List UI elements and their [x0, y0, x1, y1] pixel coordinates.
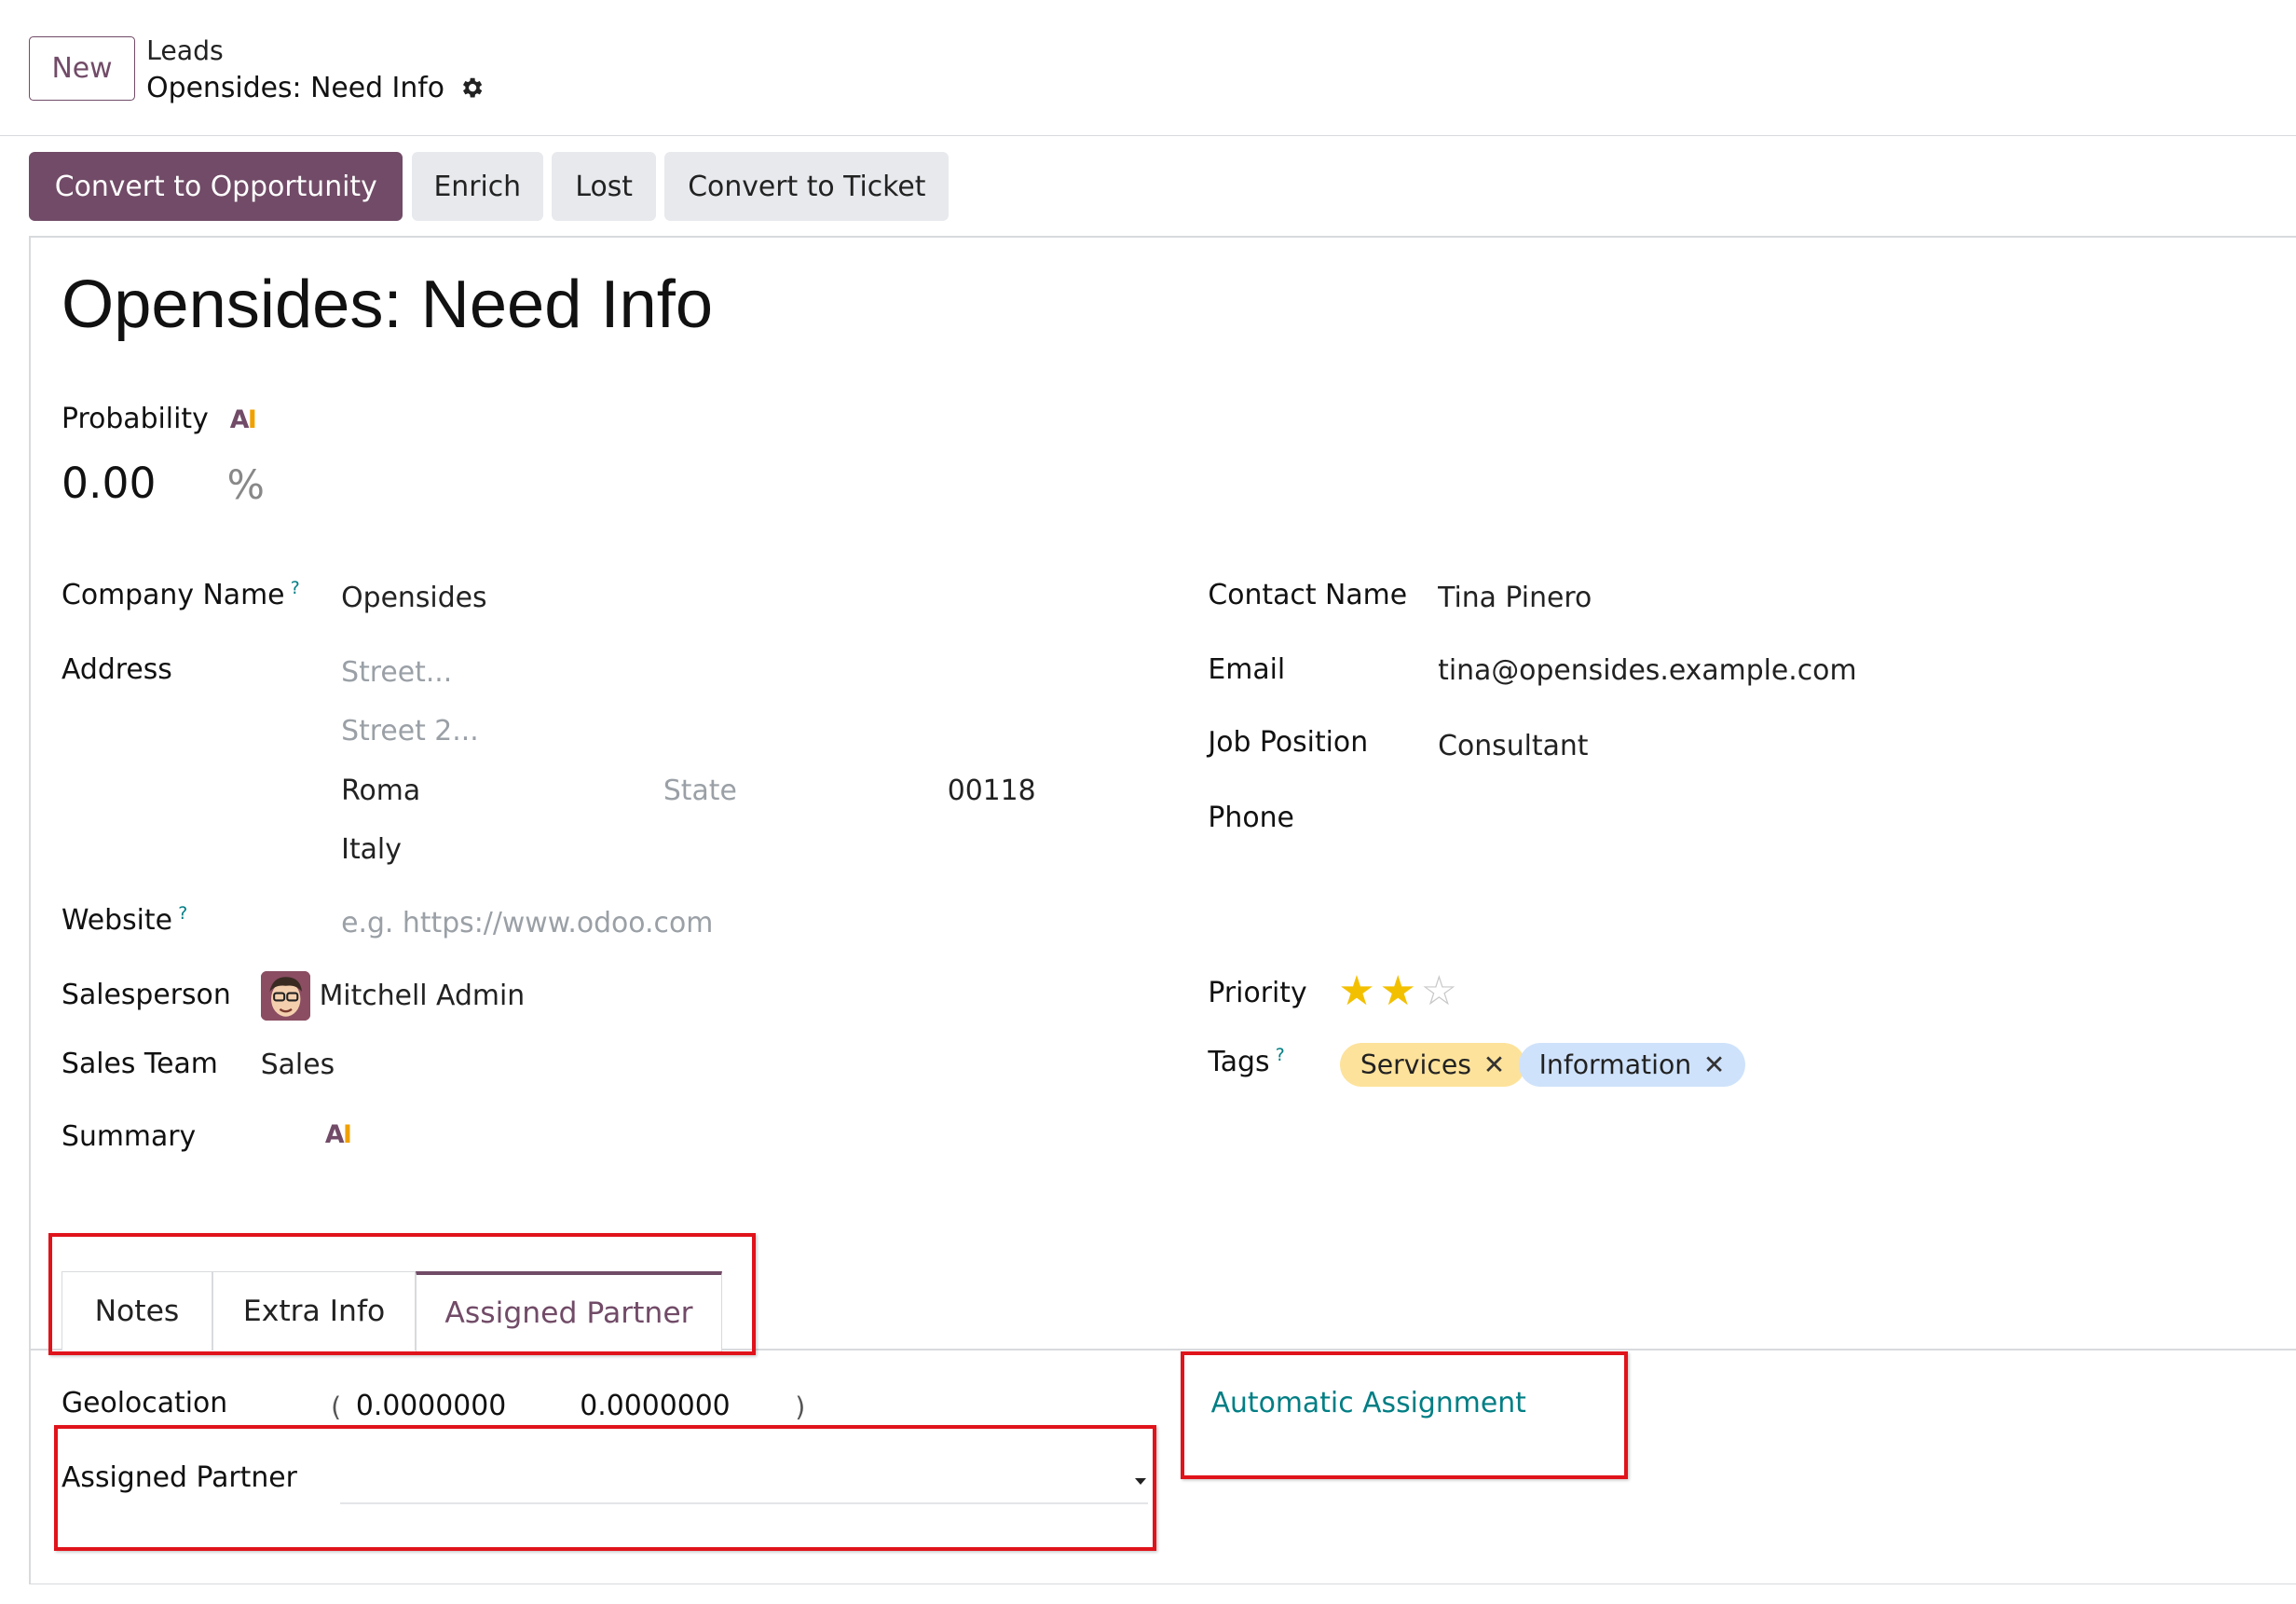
- zip-input[interactable]: 00118: [948, 775, 1036, 807]
- tags-help-icon[interactable]: ?: [1276, 1046, 1285, 1065]
- breadcrumb-current: Opensides: Need Info: [146, 72, 485, 104]
- tag-services[interactable]: Services ✕: [1339, 1042, 1526, 1087]
- company-name-label: Company Name?: [62, 578, 300, 611]
- company-help-icon[interactable]: ?: [291, 579, 300, 598]
- lost-button[interactable]: Lost: [552, 152, 656, 222]
- email-input[interactable]: tina@opensides.example.com: [1438, 654, 1856, 687]
- record-title[interactable]: Opensides: Need Info: [62, 267, 713, 343]
- salesperson-input[interactable]: Mitchell Admin: [320, 980, 526, 1012]
- priority-label: Priority: [1208, 977, 1307, 1010]
- street-input[interactable]: Street...: [341, 656, 452, 689]
- sales-team-input[interactable]: Sales: [261, 1049, 335, 1081]
- address-label: Address: [62, 652, 172, 686]
- country-input[interactable]: Italy: [341, 833, 402, 866]
- contact-name-label: Contact Name: [1208, 578, 1408, 611]
- avatar[interactable]: [260, 970, 311, 1026]
- contact-name-input[interactable]: Tina Pinero: [1438, 582, 1592, 614]
- company-name-input[interactable]: Opensides: [341, 582, 486, 614]
- convert-to-opportunity-button[interactable]: Convert to Opportunity: [29, 152, 403, 222]
- sheet-border-bottom: [29, 1583, 2296, 1585]
- lead-form-view: New Leads Opensides: Need Info Convert t…: [0, 0, 2296, 1604]
- gear-icon[interactable]: [459, 75, 485, 101]
- job-position-label: Job Position: [1208, 726, 1369, 760]
- website-label: Website?: [62, 903, 188, 937]
- priority-widget: ★ ★ ☆: [1338, 970, 1457, 1012]
- geolocation-close-paren: ): [795, 1391, 806, 1422]
- tags-label: Tags?: [1208, 1046, 1285, 1078]
- ai-summary-icon[interactable]: AI: [325, 1120, 352, 1149]
- phone-input[interactable]: [1438, 802, 2229, 840]
- probability-label: Probability: [62, 403, 209, 436]
- remove-tag-icon[interactable]: ✕: [1483, 1049, 1506, 1080]
- new-button[interactable]: New: [29, 36, 135, 102]
- job-position-input[interactable]: Consultant: [1438, 730, 1588, 762]
- breadcrumb-current-label: Opensides: Need Info: [146, 72, 445, 104]
- state-input[interactable]: State: [663, 775, 737, 807]
- geolocation-label: Geolocation: [62, 1387, 228, 1420]
- highlight-box-tabs: [48, 1233, 756, 1355]
- geolocation-open-paren: (: [331, 1391, 342, 1422]
- ai-probability-icon[interactable]: AI: [230, 405, 257, 434]
- salesperson-label: Salesperson: [62, 978, 231, 1011]
- convert-to-ticket-button[interactable]: Convert to Ticket: [664, 152, 950, 222]
- control-panel-divider: [0, 134, 2296, 137]
- phone-label: Phone: [1208, 801, 1294, 834]
- star-filled-icon[interactable]: ★: [1379, 970, 1415, 1012]
- enrich-button[interactable]: Enrich: [411, 152, 543, 222]
- website-help-icon[interactable]: ?: [178, 904, 187, 924]
- email-label: Email: [1208, 652, 1286, 686]
- longitude-input[interactable]: 0.0000000: [580, 1390, 730, 1422]
- sheet-border-top: [29, 236, 2296, 238]
- street2-input[interactable]: Street 2...: [341, 715, 479, 747]
- star-empty-icon[interactable]: ☆: [1421, 970, 1457, 1012]
- breadcrumb-leads-link[interactable]: Leads: [146, 35, 224, 66]
- summary-label: Summary: [62, 1120, 197, 1154]
- star-filled-icon[interactable]: ★: [1338, 970, 1374, 1012]
- latitude-input[interactable]: 0.0000000: [356, 1390, 506, 1422]
- website-input[interactable]: e.g. https://www.odoo.com: [341, 907, 713, 939]
- tag-information[interactable]: Information ✕: [1518, 1042, 1746, 1087]
- remove-tag-icon[interactable]: ✕: [1703, 1049, 1726, 1080]
- highlight-box-automatic-assignment: [1180, 1351, 1629, 1480]
- probability-unit: %: [226, 462, 265, 509]
- sheet-border-left: [29, 236, 31, 1583]
- probability-input[interactable]: 0.00: [62, 459, 156, 508]
- tag-label: Information: [1538, 1049, 1692, 1080]
- city-input[interactable]: Roma: [341, 775, 420, 807]
- tag-label: Services: [1360, 1049, 1472, 1080]
- sales-team-label: Sales Team: [62, 1047, 218, 1080]
- highlight-box-assigned-partner: [54, 1425, 1157, 1552]
